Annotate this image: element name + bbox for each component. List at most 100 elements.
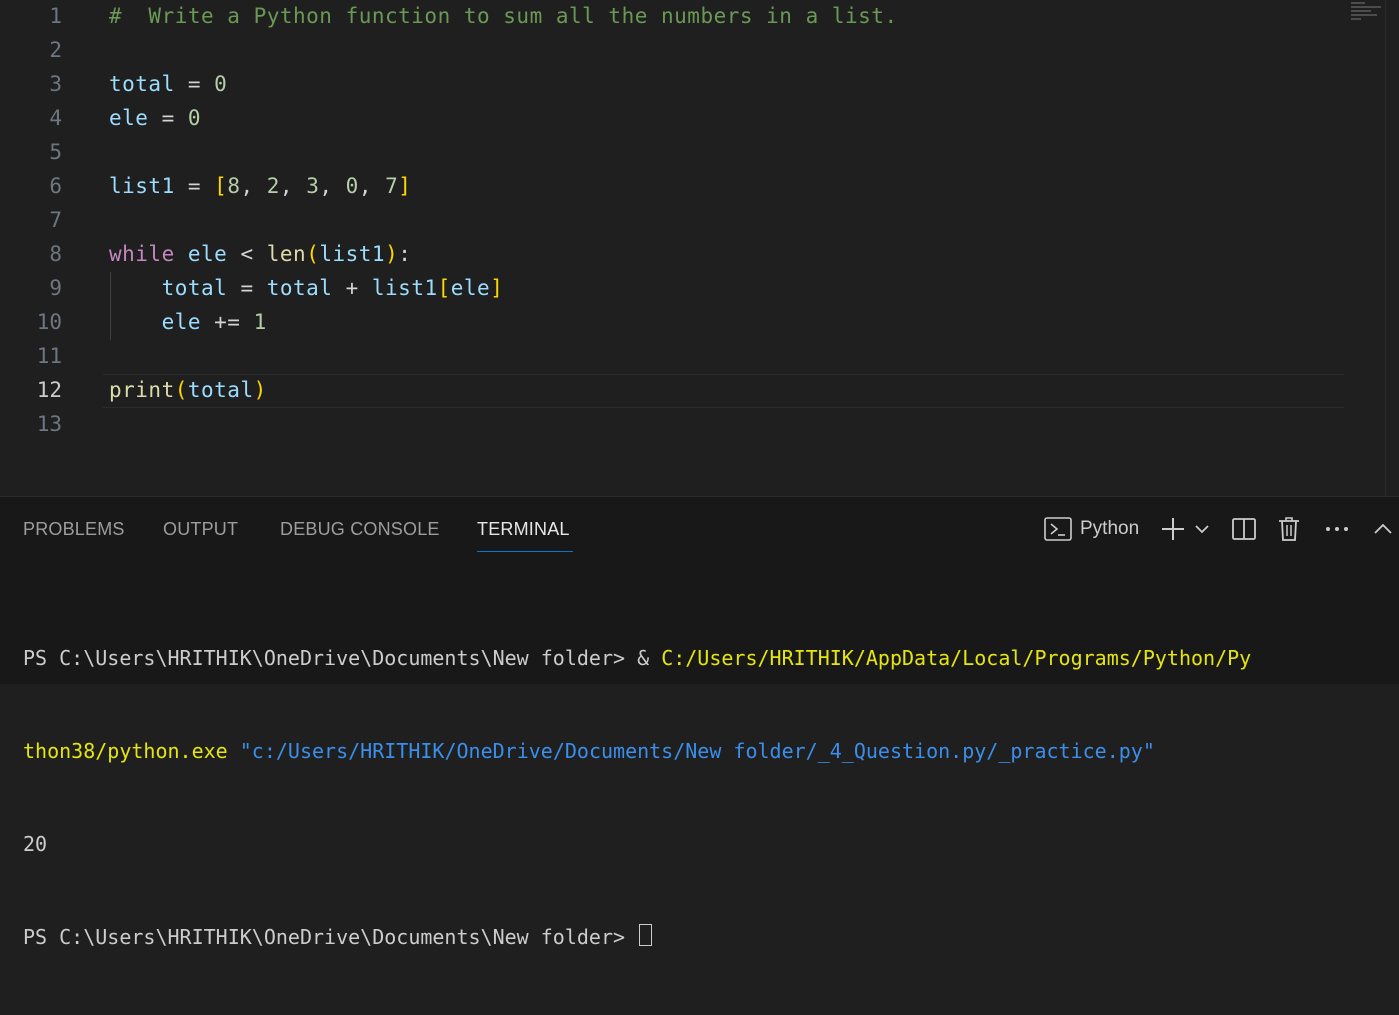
kill-terminal-button[interactable] (1277, 515, 1301, 543)
terminal-prompt: PS C:\Users\HRITHIK\OneDrive\Documents\N… (23, 925, 638, 949)
split-terminal-button[interactable] (1231, 515, 1257, 543)
code-token: = (174, 174, 215, 198)
code-text[interactable]: ele = 0 (109, 101, 201, 135)
editor-scrollbar[interactable] (1385, 0, 1399, 496)
code-token: list1 (371, 276, 438, 300)
line-number: 8 (49, 242, 62, 266)
terminal-name: Python (1080, 518, 1140, 539)
terminal-selector[interactable]: Python (1043, 515, 1139, 543)
line-number: 1 (49, 4, 62, 28)
code-text[interactable]: while ele < len(list1): (109, 237, 411, 271)
code-token: ] (398, 174, 412, 198)
terminal-output[interactable]: PS C:\Users\HRITHIK\OneDrive\Documents\N… (23, 581, 1383, 1015)
code-token: ele (161, 310, 202, 334)
terminal-line: PS C:\Users\HRITHIK\OneDrive\Documents\N… (23, 643, 1383, 674)
code-token: len (266, 242, 307, 266)
chevron-up-icon (1372, 516, 1394, 542)
code-token: 0 (214, 72, 228, 96)
code-line[interactable]: 9 total = total + list1[ele] (0, 271, 1399, 305)
code-line[interactable]: 3 total = 0 (0, 67, 1399, 101)
code-line[interactable]: 2 (0, 33, 1399, 67)
code-token: , (279, 174, 307, 198)
tab-output[interactable]: OUTPUT (163, 519, 238, 540)
code-token: ( (174, 378, 188, 402)
program-output: 20 (23, 832, 48, 856)
code-token: 0 (187, 106, 202, 130)
code-token: ele (450, 276, 491, 300)
code-token: total (187, 378, 254, 402)
line-number: 3 (49, 72, 62, 96)
more-actions-button[interactable] (1324, 515, 1350, 543)
code-token: ) (253, 378, 267, 402)
new-terminal-button[interactable] (1160, 515, 1186, 543)
code-token: while (109, 242, 175, 266)
code-text[interactable]: total = total + list1[ele] (109, 271, 503, 305)
script-path-argument: "c:/Users/HRITHIK/OneDrive/Documents/New… (239, 739, 1155, 763)
code-token: [ (214, 174, 228, 198)
code-line[interactable]: 13 (0, 407, 1399, 441)
code-text[interactable]: ele += 1 (109, 305, 267, 339)
line-number: 2 (49, 38, 62, 62)
code-token: = (174, 72, 215, 96)
code-token: ) (385, 242, 399, 266)
code-line[interactable]: 8 while ele < len(list1): (0, 237, 1399, 271)
tab-problems[interactable]: PROBLEMS (23, 519, 125, 540)
terminal-line: 20 (23, 829, 1383, 860)
line-number: 6 (49, 174, 62, 198)
chevron-down-icon (1193, 516, 1211, 542)
terminal-line: PS C:\Users\HRITHIK\OneDrive\Documents\N… (23, 922, 1383, 953)
code-line[interactable]: 6 list1 = [8, 2, 3, 0, 7] (0, 169, 1399, 203)
code-token: print (109, 378, 175, 402)
code-token: = (148, 106, 188, 130)
code-token: 0 (345, 174, 359, 198)
terminal-line: thon38/python.exe "c:/Users/HRITHIK/OneD… (23, 736, 1383, 767)
python-exe-path: C:/Users/HRITHIK/AppData/Local/Programs/… (661, 646, 1252, 670)
terminal-icon (1043, 516, 1073, 542)
code-text[interactable]: # Write a Python function to sum all the… (109, 0, 898, 33)
terminal-prompt: PS C:\Users\HRITHIK\OneDrive\Documents\N… (23, 646, 662, 670)
line-number: 9 (49, 276, 62, 300)
code-line[interactable]: 4 ele = 0 (0, 101, 1399, 135)
code-line[interactable]: 10 ele += 1 (0, 305, 1399, 339)
tab-debug-console[interactable]: DEBUG CONSOLE (280, 519, 440, 540)
terminal-dropdown-button[interactable] (1193, 515, 1211, 543)
code-token: total (161, 276, 228, 300)
code-text[interactable]: print(total) (109, 373, 267, 407)
line-number: 12 (36, 378, 62, 402)
code-token: , (240, 174, 267, 198)
code-line[interactable]: 5 (0, 135, 1399, 169)
maximize-panel-button[interactable] (1372, 515, 1394, 543)
code-token: 7 (385, 174, 399, 198)
code-line[interactable]: 1 # Write a Python function to sum all th… (0, 0, 1399, 33)
code-token: ele (109, 106, 149, 130)
code-token: total (266, 276, 333, 300)
code-token: total (109, 72, 175, 96)
code-token: < (227, 242, 267, 266)
code-token: , (358, 174, 386, 198)
line-number: 11 (36, 344, 62, 368)
code-text[interactable]: total = 0 (109, 67, 227, 101)
line-number: 7 (49, 208, 62, 232)
active-tab-indicator (477, 551, 573, 552)
plus-icon (1160, 516, 1186, 542)
code-editor[interactable]: 1 # Write a Python function to sum all th… (0, 0, 1399, 496)
terminal-cursor (639, 924, 653, 946)
tab-terminal[interactable]: TERMINAL (477, 519, 570, 540)
line-number: 4 (49, 106, 62, 130)
minimap[interactable] (1351, 2, 1385, 32)
code-token: # Write a Python function to sum all the… (109, 4, 898, 28)
code-line[interactable]: 7 (0, 203, 1399, 237)
code-text[interactable]: list1 = [8, 2, 3, 0, 7] (109, 169, 411, 203)
code-token: 1 (253, 310, 267, 334)
code-token: 3 (306, 174, 320, 198)
code-token: + (332, 276, 372, 300)
code-token: 2 (266, 174, 280, 198)
code-line[interactable]: 12 print(total) (0, 373, 1399, 407)
code-line[interactable]: 11 (0, 339, 1399, 373)
code-token: ( (306, 242, 320, 266)
code-token: += (201, 310, 254, 334)
more-icon (1324, 516, 1350, 542)
